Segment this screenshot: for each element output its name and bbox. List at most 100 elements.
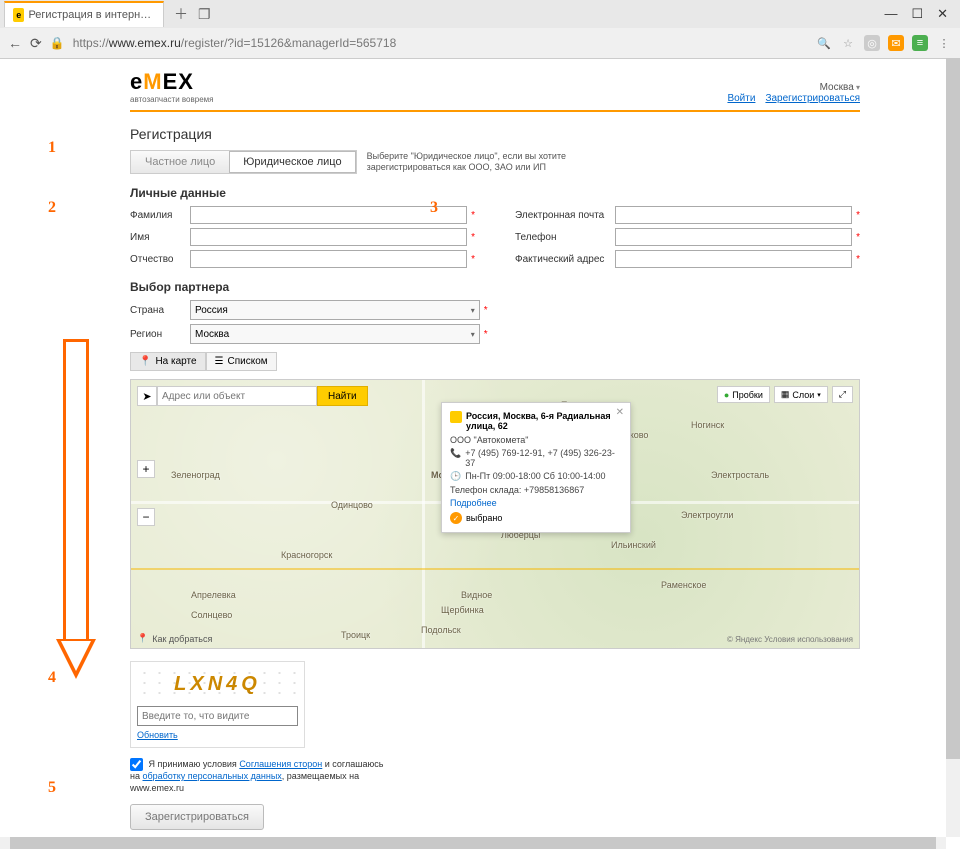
firstname-label: Имя: [130, 232, 190, 243]
map-fullscreen-button[interactable]: ⤢: [832, 386, 853, 403]
firstname-input[interactable]: [190, 228, 467, 246]
tab-hint: Выберите "Юридическое лицо", если вы хот…: [367, 151, 567, 173]
required-icon: *: [856, 254, 860, 265]
map-balloon: ✕ Россия, Москва, 6-я Радиальная улица, …: [441, 402, 631, 533]
url-field[interactable]: https://www.emex.ru/register/?id=15126&m…: [73, 36, 808, 50]
new-tab-button[interactable]: ＋: [174, 4, 188, 24]
browser-tab[interactable]: e Регистрация в интернет-магаз: [4, 1, 164, 27]
back-button[interactable]: ←: [8, 35, 22, 51]
reload-button[interactable]: ⟳: [30, 35, 42, 52]
phone-icon: 📞: [450, 448, 461, 468]
login-link[interactable]: Войти: [727, 93, 755, 104]
captcha-input[interactable]: [137, 706, 298, 726]
agree-checkbox[interactable]: [130, 758, 143, 771]
city-selector[interactable]: Москва: [717, 82, 860, 93]
map-search-input[interactable]: [157, 386, 317, 406]
tab-private[interactable]: Частное лицо: [131, 151, 229, 173]
lock-icon: 🔒: [50, 36, 65, 50]
map-search-button[interactable]: Найти: [317, 386, 368, 406]
address-input[interactable]: [615, 250, 852, 268]
country-label: Страна: [130, 305, 190, 316]
close-window-button[interactable]: ✕: [937, 6, 948, 22]
clock-icon: 🕒: [450, 471, 461, 482]
required-icon: *: [856, 232, 860, 243]
map-copyright: © Яндекс Условия использования: [727, 635, 853, 644]
region-select[interactable]: Москва: [190, 324, 480, 344]
minimize-button[interactable]: —: [884, 6, 897, 22]
page: eMEX автозапчасти вовремя Москва ВойтиЗа…: [0, 59, 960, 838]
bookmark-icon[interactable]: ☆: [840, 35, 856, 51]
patronymic-input[interactable]: [190, 250, 467, 268]
map-city: Электроугли: [681, 510, 733, 520]
vertical-scrollbar[interactable]: [946, 58, 960, 837]
balloon-company: ООО "Автокомета": [450, 435, 622, 445]
captcha-refresh-link[interactable]: Обновить: [137, 730, 178, 740]
register-link[interactable]: Зарегистрироваться: [765, 93, 860, 104]
agreement-row: Я принимаю условия Соглашения сторон и с…: [130, 758, 390, 794]
annotation-arrow: [63, 339, 96, 679]
site-header: eMEX автозапчасти вовремя Москва ВойтиЗа…: [130, 69, 860, 112]
ext-icon-1[interactable]: ◎: [864, 35, 880, 51]
submit-button[interactable]: Зарегистрироваться: [130, 804, 264, 830]
balloon-address: Россия, Москва, 6-я Радиальная улица, 62: [466, 411, 622, 431]
map-layers-button[interactable]: ▦Слои▾: [774, 386, 828, 403]
balloon-more-link[interactable]: Подробнее: [450, 498, 622, 508]
required-icon: *: [484, 329, 488, 340]
account-type-tabs: Частное лицо Юридическое лицо: [130, 150, 357, 174]
ext-icon-3[interactable]: ≡: [912, 35, 928, 51]
captcha: LXN4Q Обновить: [130, 661, 305, 748]
annotation-4: 4: [48, 669, 56, 687]
annotation-5: 5: [48, 779, 56, 797]
menu-icon[interactable]: ⋮: [936, 35, 952, 51]
partner-map[interactable]: Зеленоград Одинцово Люберцы Москва Мытищ…: [130, 379, 860, 649]
personal-title: Личные данные: [130, 186, 860, 200]
annotation-1: 1: [48, 139, 56, 157]
phone-label: Телефон: [515, 232, 615, 243]
maximize-button[interactable]: ☐: [911, 6, 923, 22]
lastname-label: Фамилия: [130, 210, 190, 221]
map-city: Щербинка: [441, 605, 484, 615]
pin-icon: 📍: [139, 356, 151, 367]
map-city: Красногорск: [281, 550, 332, 560]
tab-legal[interactable]: Юридическое лицо: [229, 151, 355, 173]
ext-icon-2[interactable]: ✉: [888, 35, 904, 51]
email-input[interactable]: [615, 206, 852, 224]
logo[interactable]: eMEX: [130, 69, 213, 95]
map-city: Солнцево: [191, 610, 232, 620]
view-map-button[interactable]: 📍На карте: [130, 352, 206, 371]
map-city: Ногинск: [691, 420, 724, 430]
map-city: Одинцово: [331, 500, 373, 510]
zoom-icon[interactable]: 🔍: [816, 35, 832, 51]
tab-title: Регистрация в интернет-магаз: [28, 9, 155, 21]
map-city: Подольск: [421, 625, 461, 635]
tabs-menu-button[interactable]: ❐: [198, 6, 211, 23]
map-traffic-button[interactable]: ●Пробки: [717, 386, 770, 403]
map-zoom-out[interactable]: −: [137, 508, 155, 526]
lastname-input[interactable]: [190, 206, 467, 224]
browser-chrome: e Регистрация в интернет-магаз ＋ ❐ — ☐ ✕…: [0, 0, 960, 59]
map-city: Троицк: [341, 630, 370, 640]
required-icon: *: [484, 305, 488, 316]
annotation-3: 3: [430, 199, 438, 217]
view-list-button[interactable]: ☰Списком: [206, 352, 277, 371]
privacy-link[interactable]: обработку персональных данных: [142, 771, 281, 781]
balloon-warehouse-phone: Телефон склада: +79858136867: [450, 485, 622, 495]
map-city: Ильинский: [611, 540, 656, 550]
map-route-link[interactable]: 📍Как добраться: [137, 633, 212, 644]
map-city: Раменское: [661, 580, 706, 590]
map-city: Зеленоград: [171, 470, 220, 480]
address-label: Фактический адрес: [515, 254, 615, 265]
balloon-favicon: [450, 411, 462, 423]
horizontal-scrollbar[interactable]: [0, 837, 946, 849]
country-select[interactable]: Россия: [190, 300, 480, 320]
required-icon: *: [856, 210, 860, 221]
partner-title: Выбор партнера: [130, 280, 860, 294]
map-zoom-in[interactable]: +: [137, 460, 155, 478]
list-icon: ☰: [215, 356, 224, 367]
map-arrow-icon[interactable]: ➤: [137, 386, 157, 406]
tab-bar: e Регистрация в интернет-магаз ＋ ❐ — ☐ ✕: [0, 0, 960, 28]
balloon-close-icon[interactable]: ✕: [616, 407, 624, 418]
agreement-link[interactable]: Соглашения сторон: [239, 759, 322, 769]
phone-input[interactable]: [615, 228, 852, 246]
map-city: Апрелевка: [191, 590, 236, 600]
